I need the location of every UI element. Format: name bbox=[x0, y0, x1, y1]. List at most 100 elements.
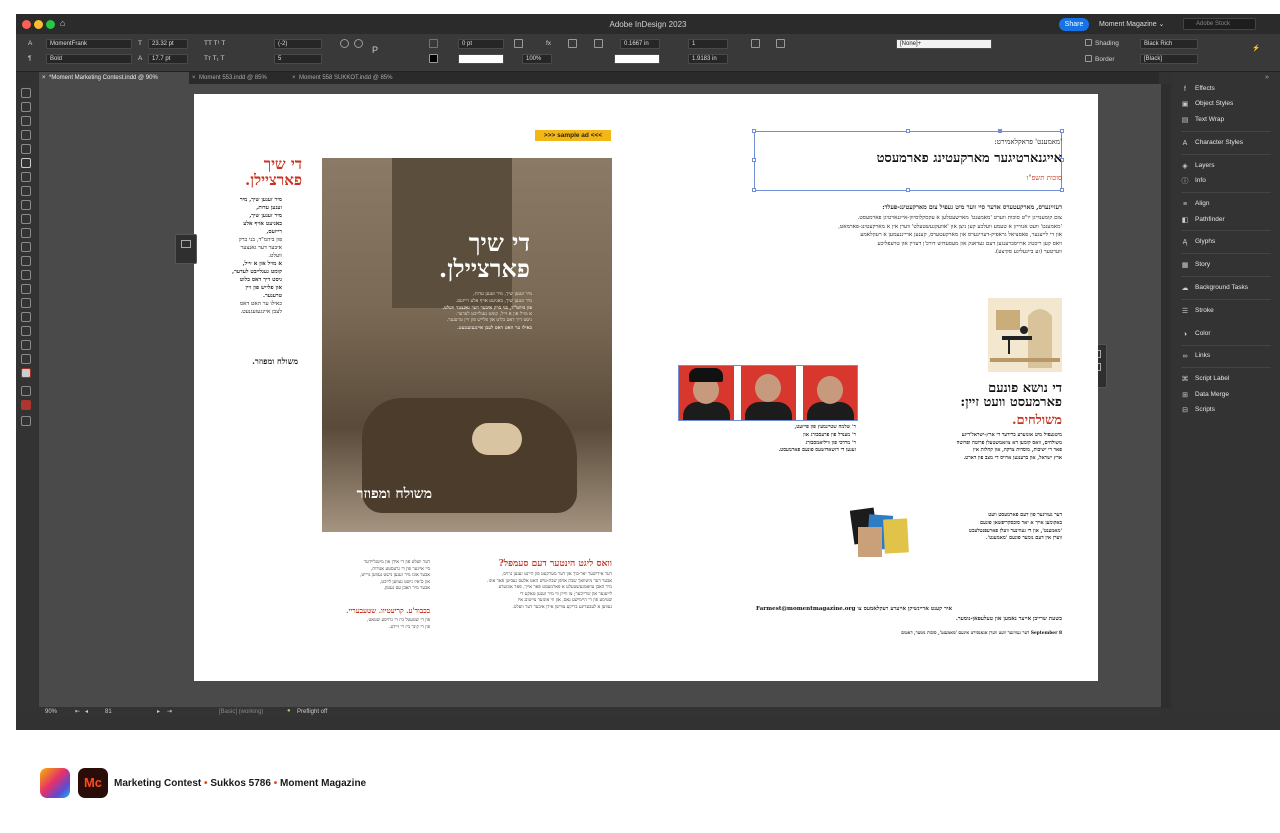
rectangle-frame-tool-icon[interactable] bbox=[21, 214, 31, 224]
effects-fx-icon[interactable]: fx bbox=[546, 40, 551, 47]
page-tool-icon[interactable] bbox=[21, 116, 31, 126]
frame-handle[interactable] bbox=[998, 129, 1002, 133]
border-checkbox[interactable] bbox=[1085, 55, 1092, 62]
frame-handle[interactable] bbox=[1060, 188, 1064, 192]
character-mode-icon[interactable]: A bbox=[28, 40, 32, 47]
tab-close-icon[interactable]: × bbox=[292, 72, 296, 84]
panel-glyphs[interactable]: Ą Glyphs bbox=[1181, 235, 1216, 249]
zoom-level-field[interactable]: 90% bbox=[45, 709, 57, 715]
panel-story[interactable]: ▦ Story bbox=[1181, 258, 1210, 272]
direct-selection-tool-icon[interactable] bbox=[21, 102, 31, 112]
tab-moment-558[interactable]: × Moment 558 SUKKOT.indd @ 85% bbox=[289, 72, 429, 84]
stroke-weight-field[interactable]: 0 pt bbox=[458, 39, 504, 49]
shading-checkbox[interactable] bbox=[1085, 39, 1092, 46]
frame-handle[interactable] bbox=[752, 188, 756, 192]
screen-mode-icon[interactable] bbox=[21, 416, 31, 426]
frame-handle[interactable] bbox=[752, 158, 756, 162]
frame-handle[interactable] bbox=[906, 188, 910, 192]
vertical-scrollbar[interactable] bbox=[1161, 84, 1171, 708]
eyedropper-tool-icon[interactable] bbox=[21, 312, 31, 322]
zoom-tool-icon[interactable] bbox=[21, 340, 31, 350]
frame-handle[interactable] bbox=[906, 129, 910, 133]
scissors-tool-icon[interactable] bbox=[21, 242, 31, 252]
frame-handle[interactable] bbox=[1060, 129, 1064, 133]
workspace-switcher[interactable]: Moment Magazine ⌄ bbox=[1099, 20, 1164, 28]
magazines-image[interactable] bbox=[850, 505, 914, 559]
left-column-text[interactable]: מיר זענען שיך, מיר זענען עדות, מיר זענען… bbox=[222, 196, 282, 316]
left-tagline[interactable]: משולח ומפוזר. bbox=[214, 356, 298, 366]
panel-links[interactable]: ∞ Links bbox=[1181, 349, 1211, 363]
section-text[interactable]: דער אידישער יאר-בוך און דער מערקעט פון ה… bbox=[440, 572, 612, 611]
free-transform-tool-icon[interactable] bbox=[21, 256, 31, 266]
pencil-tool-icon[interactable] bbox=[21, 200, 31, 210]
adobe-stock-search[interactable]: Adobe Stock bbox=[1183, 18, 1256, 30]
gap-tool-icon[interactable] bbox=[21, 130, 31, 140]
hand-tool-icon[interactable] bbox=[21, 326, 31, 336]
line-tool-icon[interactable] bbox=[21, 172, 31, 182]
panel-color[interactable]: ◑ Color bbox=[1181, 327, 1211, 341]
sukkah-illustration[interactable] bbox=[988, 298, 1062, 372]
frame-fitting-icon[interactable] bbox=[514, 39, 523, 48]
rotate-icon[interactable] bbox=[340, 39, 349, 48]
width-field[interactable]: 1.9183 in bbox=[688, 54, 728, 64]
type-tool-icon[interactable] bbox=[21, 158, 31, 168]
contact-email[interactable]: Farmest@momentmagazine.org bbox=[756, 606, 855, 612]
contact-line[interactable]: Farmest@momentmagazine.org איר קענט אריי… bbox=[756, 606, 1062, 612]
tab-close-icon[interactable]: × bbox=[42, 72, 46, 84]
small-caps-button[interactable]: Tᴛ T₁ T bbox=[204, 55, 224, 62]
baseline-icon[interactable] bbox=[751, 39, 760, 48]
align-left-icon[interactable] bbox=[568, 39, 577, 48]
panel-layers[interactable]: ◈ Layers bbox=[1181, 159, 1214, 173]
panel-data-merge[interactable]: ⊞ Data Merge bbox=[1181, 388, 1229, 402]
selection-tool-icon[interactable] bbox=[21, 88, 31, 98]
left-page[interactable]: >>> sample ad <<< די שיך פארציילן. מיר ז… bbox=[194, 94, 646, 681]
tab-moment-553[interactable]: × Moment 553.indd @ 85% bbox=[189, 72, 289, 84]
apply-color-icon[interactable] bbox=[21, 400, 31, 410]
collapse-panels-icon[interactable]: » bbox=[1265, 74, 1269, 81]
page-number-field[interactable]: 81 bbox=[105, 709, 112, 715]
panel-object-styles[interactable]: ▣ Object Styles bbox=[1181, 97, 1234, 111]
topic-red[interactable]: משולחים. bbox=[926, 412, 1062, 428]
panel-text-wrap[interactable]: ▤ Text Wrap bbox=[1181, 113, 1224, 127]
border-swatch-field[interactable]: [Black] bbox=[1140, 54, 1198, 64]
all-caps-button[interactable]: TT T¹ T bbox=[204, 40, 225, 47]
topic-text[interactable]: מיטגעפיל מיט אונזערע ברידער די ארץ-ישראל… bbox=[878, 432, 1062, 462]
paragraph-mode-icon[interactable]: ¶ bbox=[28, 55, 32, 62]
tab-marketing-contest[interactable]: × *Moment Marketing Contest.indd @ 90% bbox=[39, 72, 189, 84]
intro-bold[interactable]: דעזיינערס, מארקעטערס אדער סיי ווער מיט ג… bbox=[726, 204, 1062, 211]
third-column-text-2[interactable]: פון די שטעטל ביז די גרויסע שטאט, פון די … bbox=[234, 618, 430, 631]
share-button[interactable]: Share bbox=[1059, 18, 1089, 31]
panel-script-label[interactable]: ⌘ Script Label bbox=[1181, 372, 1230, 386]
panel-effects[interactable]: f Effects bbox=[1181, 82, 1215, 96]
text-align-icon[interactable] bbox=[776, 39, 785, 48]
preflight-label[interactable]: Preflight off bbox=[297, 709, 327, 715]
panel-info[interactable]: ⓘ Info bbox=[1181, 174, 1206, 188]
intro-text[interactable]: צום קומענדיגן יו"ט סוכות ווערט 'מאמענט' … bbox=[716, 214, 1062, 257]
pasteboard[interactable]: >>> sample ad <<< די שיך פארציילן. מיר ז… bbox=[39, 84, 1161, 708]
prev-page-icon[interactable]: ◂ bbox=[85, 708, 88, 715]
frame-handle[interactable] bbox=[752, 129, 756, 133]
boot-photo[interactable]: די שיך פארציילן. מיר זענען שיך, מיר זענע… bbox=[322, 158, 612, 532]
tracking-field[interactable]: (-2) bbox=[274, 39, 322, 49]
content-collector-icon[interactable] bbox=[21, 144, 31, 154]
first-page-icon[interactable]: ⇤ bbox=[75, 708, 80, 715]
panel-align[interactable]: ≡ Align bbox=[1181, 197, 1210, 211]
third-column-tag[interactable]: בכבוד'ע. קריעטיוו. שטעבעריי. bbox=[304, 606, 430, 615]
gradient-tool-icon[interactable] bbox=[21, 270, 31, 280]
fill-none-icon[interactable] bbox=[429, 39, 438, 48]
judges-text[interactable]: ר' שלמה שטיינמעץ פון פייזעט, ר' מענדל פו… bbox=[736, 424, 856, 455]
opacity-field[interactable]: 100% bbox=[522, 54, 552, 64]
third-column-text[interactable]: דער וועלט פון די אידן און מיטגליידער ביי… bbox=[234, 560, 430, 593]
gradient-feather-tool-icon[interactable] bbox=[21, 284, 31, 294]
panel-toggle-icon[interactable] bbox=[181, 240, 191, 248]
section-heading[interactable]: וואס ליגט הינטער דעם סעמפל? bbox=[456, 558, 612, 569]
gutter-field[interactable]: 0.1667 in bbox=[620, 39, 660, 49]
last-page-icon[interactable]: ⇥ bbox=[167, 708, 172, 715]
prize-text[interactable]: דער געווינער פון דעם פארמעסט וועט באקומע… bbox=[922, 512, 1062, 543]
kerning-field[interactable]: 5 bbox=[274, 54, 322, 64]
note-tool-icon[interactable] bbox=[21, 298, 31, 308]
tab-close-icon[interactable]: × bbox=[192, 72, 196, 84]
stroke-type-field[interactable] bbox=[458, 54, 504, 64]
rotate-ccw-icon[interactable] bbox=[354, 39, 363, 48]
lightning-icon[interactable]: ⚡ bbox=[1252, 44, 1260, 52]
